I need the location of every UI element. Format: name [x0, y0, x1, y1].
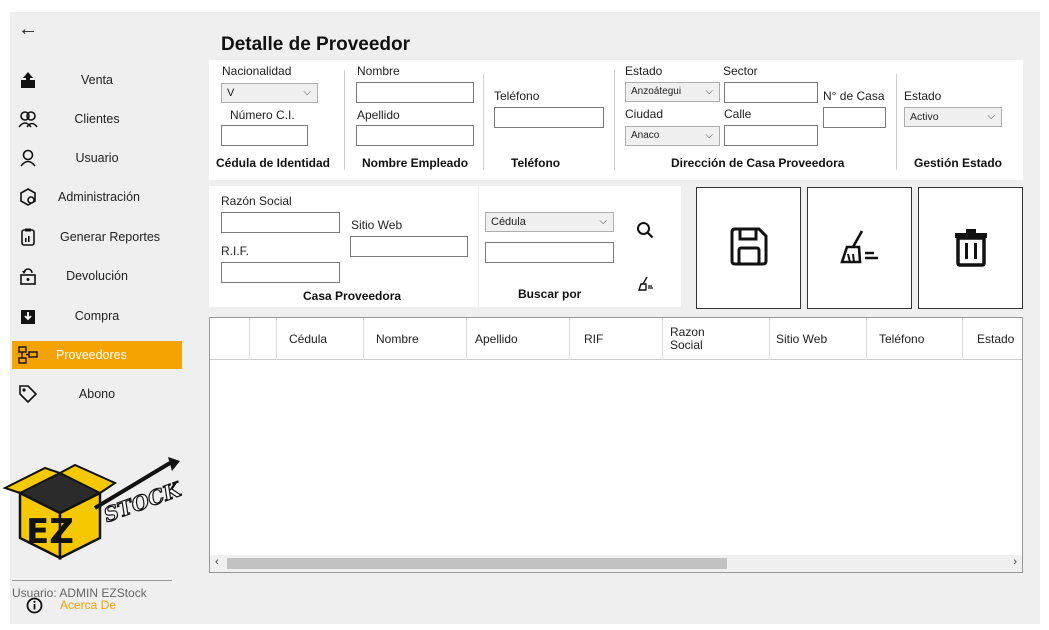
casa-section-title: Casa Proveedora	[303, 289, 402, 303]
sidebar-item-label: Abono	[78, 387, 116, 401]
broom-icon[interactable]	[637, 276, 655, 295]
search-icon[interactable]	[636, 221, 654, 242]
column-header-nombre[interactable]: Nombre	[364, 318, 467, 360]
sitio-web-input[interactable]	[350, 236, 468, 257]
rif-input[interactable]	[221, 262, 340, 283]
sidebar-item-clientes[interactable]: Clientes	[12, 105, 182, 133]
rif-label: R.I.F.	[221, 244, 250, 258]
calle-label: Calle	[724, 107, 752, 121]
gestion-section-title: Gestión Estado	[914, 156, 1003, 170]
telefono-section-title: Teléfono	[511, 156, 561, 170]
column-header-apellido[interactable]: Apellido	[467, 318, 570, 360]
sidebar-item-label: Proveedores	[56, 348, 127, 362]
nacionalidad-select[interactable]: V ⌵	[221, 83, 318, 103]
razon-social-label: Razón Social	[221, 194, 292, 208]
nombre-label: Nombre	[357, 64, 400, 78]
sitio-web-label: Sitio Web	[351, 218, 403, 232]
delete-button[interactable]	[918, 187, 1023, 309]
razon-social-input[interactable]	[221, 212, 340, 233]
buscar-input[interactable]	[485, 242, 614, 263]
page-title: Detalle de Proveedor	[221, 34, 411, 55]
column-header-sitio-web[interactable]: Sitio Web	[770, 318, 867, 360]
sidebar-item-administracion[interactable]: Administración	[12, 183, 182, 211]
sidebar-item-label: Compra	[74, 309, 120, 323]
buscar-por-select[interactable]: Cédula ⌵	[485, 212, 614, 232]
gear-icon	[18, 187, 38, 207]
sidebar-item-usuario[interactable]: Usuario	[12, 144, 182, 172]
sector-input[interactable]	[724, 82, 818, 103]
scroll-left-icon[interactable]: ‹	[215, 556, 219, 568]
column-header[interactable]	[250, 318, 277, 360]
nacionalidad-label: Nacionalidad	[222, 64, 292, 78]
save-icon	[728, 226, 770, 271]
save-button[interactable]	[696, 187, 801, 309]
sidebar-item-label: Devolución	[66, 269, 128, 283]
sidebar-item-label: Venta	[81, 73, 113, 87]
sidebar-item-label: Administración	[58, 190, 140, 204]
chevron-down-icon: ⌵	[303, 87, 311, 98]
column-header-cedula[interactable]: Cédula	[277, 318, 364, 360]
chevron-down-icon: ⌵	[987, 111, 995, 122]
sidebar-item-abono[interactable]: Abono	[12, 380, 182, 408]
estado-select[interactable]: Anzoátegui ⌵	[625, 82, 720, 102]
sidebar-item-proveedores[interactable]: Proveedores	[12, 341, 182, 369]
telefono-label: Teléfono	[494, 89, 540, 103]
numero-casa-label: N° de Casa	[823, 89, 885, 103]
column-header-estado[interactable]: Estado	[963, 318, 1022, 360]
column-header-razon-social[interactable]: Razon Social	[663, 318, 770, 360]
separator	[483, 74, 484, 170]
numero-ci-input[interactable]	[221, 125, 308, 146]
chevron-down-icon: ⌵	[599, 216, 607, 227]
sidebar-item-label: Usuario	[75, 151, 119, 165]
column-header-rif[interactable]: RIF	[570, 318, 663, 360]
separator	[614, 70, 615, 170]
sector-label: Sector	[723, 64, 758, 78]
gestion-estado-select[interactable]: Activo ⌵	[904, 107, 1002, 127]
report-icon	[18, 227, 38, 247]
buscar-section-title: Buscar por	[518, 287, 582, 301]
horizontal-scrollbar[interactable]: ‹ ›	[210, 555, 1022, 572]
trash-icon	[953, 227, 989, 270]
about-link[interactable]: Acerca De	[60, 598, 116, 612]
clear-button[interactable]	[807, 187, 912, 309]
back-arrow-icon[interactable]: ←	[18, 18, 38, 41]
telefono-input[interactable]	[494, 107, 604, 128]
ciudad-select[interactable]: Anaco ⌵	[625, 126, 720, 146]
broom-icon	[838, 229, 882, 268]
separator	[896, 74, 897, 170]
sidebar-item-reportes[interactable]: Generar Reportes	[12, 223, 182, 251]
sidebar-item-label: Clientes	[74, 112, 120, 126]
column-header-telefono[interactable]: Teléfono	[867, 318, 963, 360]
column-header[interactable]	[210, 318, 250, 360]
direccion-section-title: Dirección de Casa Proveedora	[671, 156, 845, 170]
ciudad-label: Ciudad	[625, 107, 664, 121]
chevron-down-icon: ⌵	[705, 86, 713, 97]
sidebar-item-compra[interactable]: Compra	[12, 302, 182, 330]
numero-casa-input[interactable]	[823, 107, 886, 128]
table-header: Cédula Nombre Apellido RIF Razon Social …	[210, 318, 1022, 360]
numero-ci-label: Número C.I.	[230, 108, 295, 122]
sidebar-item-label: Generar Reportes	[60, 230, 161, 244]
sidebar-item-venta[interactable]: Venta	[12, 66, 182, 94]
separator	[344, 70, 345, 170]
sidebar-divider	[12, 580, 172, 581]
nombre-section-title: Nombre Empleado	[362, 156, 469, 170]
scrollbar-thumb[interactable]	[227, 558, 727, 569]
chevron-down-icon: ⌵	[705, 130, 713, 141]
apellido-label: Apellido	[357, 108, 400, 122]
top-form-panel	[209, 60, 1023, 180]
gestion-estado-label: Estado	[904, 89, 942, 103]
nombre-input[interactable]	[356, 82, 474, 103]
ezstock-logo: EZ STOCK	[0, 453, 186, 563]
scroll-right-icon[interactable]: ›	[1013, 556, 1017, 568]
cedula-section-title: Cédula de Identidad	[216, 156, 331, 170]
calle-input[interactable]	[724, 125, 818, 146]
sidebar-item-devolucion[interactable]: Devolución	[12, 262, 182, 290]
apellido-input[interactable]	[356, 125, 474, 146]
proveedores-table[interactable]: Cédula Nombre Apellido RIF Razon Social …	[209, 317, 1023, 573]
info-icon[interactable]	[26, 597, 43, 617]
logo-letters: EZ	[26, 512, 74, 552]
estado-label: Estado	[625, 64, 663, 78]
